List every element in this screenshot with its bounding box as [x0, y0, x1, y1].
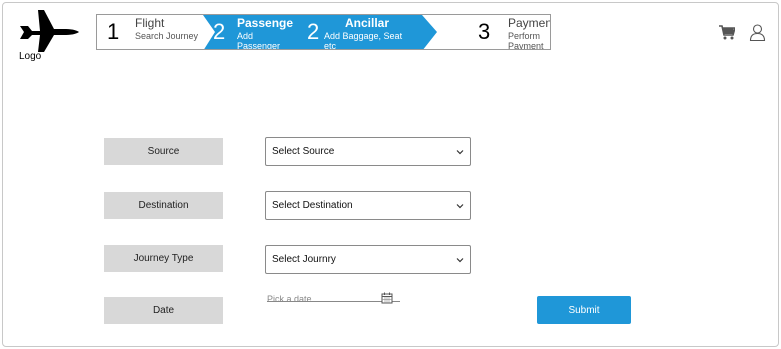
step-payment[interactable]: 3 Payment Perform Payment	[442, 15, 551, 50]
destination-select-value: Select Destination	[272, 200, 353, 211]
checkout-stepper: 1 Flight Search Journey 2 Passenge Add P…	[96, 14, 551, 50]
journey-type-label: Journey Type	[104, 245, 223, 272]
source-select[interactable]: Select Source	[265, 137, 471, 166]
step-title: Flight	[135, 16, 165, 30]
source-label: Source	[104, 138, 223, 165]
submit-button[interactable]: Submit	[537, 296, 631, 324]
step-flight[interactable]: 1 Flight Search Journey	[97, 15, 203, 49]
step-number: 3	[478, 19, 491, 44]
date-placeholder: Pick a date	[267, 294, 312, 304]
step-subtitle: Perform Payment	[508, 31, 544, 50]
chevron-down-icon	[456, 258, 464, 263]
destination-select[interactable]: Select Destination	[265, 191, 471, 220]
step-number: 2	[213, 19, 226, 44]
fighter-jet-icon	[20, 10, 79, 52]
step-subtitle: Search Journey	[135, 31, 199, 41]
step-title: Passenge	[237, 16, 294, 30]
user-icon[interactable]	[749, 24, 766, 41]
step-subtitle: Add Baggage, Seat etc	[324, 31, 403, 50]
journey-type-select-value: Select Journry	[272, 254, 336, 265]
step-subtitle: Add Passenger	[237, 31, 281, 50]
source-select-value: Select Source	[272, 146, 335, 157]
logo-label: Logo	[19, 51, 42, 62]
journey-type-select[interactable]: Select Journry	[265, 245, 471, 274]
chevron-down-icon	[456, 150, 464, 155]
date-label: Date	[104, 297, 223, 324]
step-ancillary[interactable]: 2 Ancillar Add Baggage, Seat etc	[307, 15, 425, 50]
step-title: Ancillar	[345, 16, 390, 30]
chevron-down-icon	[456, 204, 464, 209]
step-number: 2	[307, 19, 320, 44]
shopping-cart-icon[interactable]	[719, 25, 735, 40]
step-title: Payment	[508, 16, 551, 30]
destination-label: Destination	[104, 192, 223, 219]
date-picker-input[interactable]: Pick a date	[267, 292, 400, 308]
step-passenger[interactable]: 2 Passenge Add Passenger	[209, 15, 307, 50]
step-number: 1	[107, 19, 120, 44]
calendar-icon[interactable]	[381, 292, 393, 304]
